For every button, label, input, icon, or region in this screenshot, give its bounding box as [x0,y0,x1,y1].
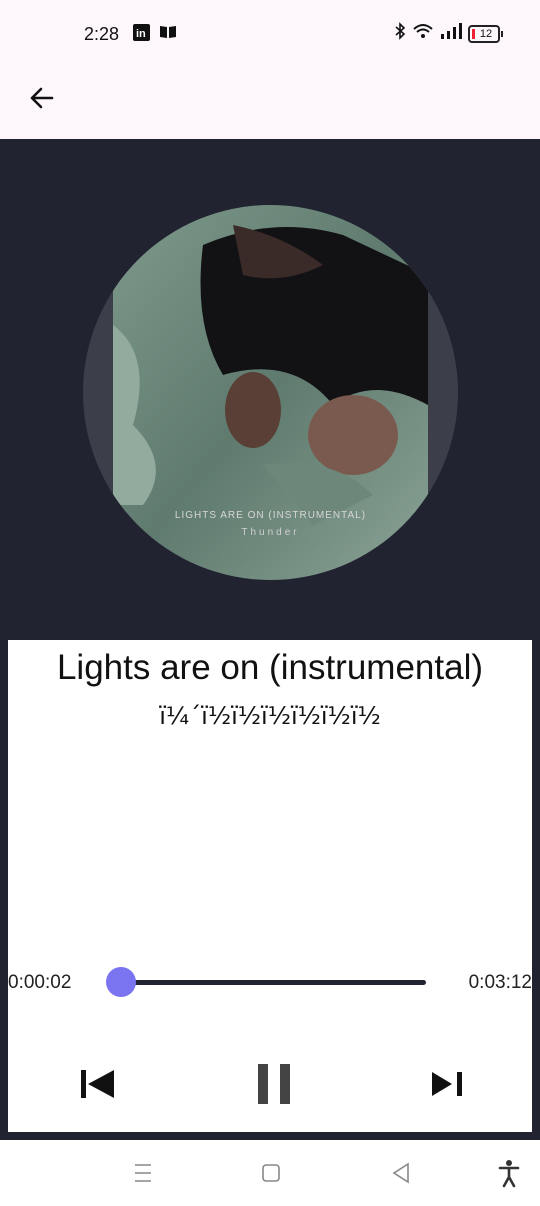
recents-button[interactable] [128,1158,158,1188]
home-button[interactable] [256,1158,286,1188]
book-icon [159,24,176,40]
home-icon [262,1164,280,1182]
next-button[interactable] [424,1060,472,1108]
skip-next-icon [432,1072,462,1096]
back-triangle-icon [392,1162,409,1184]
album-art-title: LIGHTS ARE ON (INSTRUMENTAL) [174,510,367,521]
album-art-disc: LIGHTS ARE ON (INSTRUMENTAL) Thunder [83,205,458,580]
previous-button[interactable] [74,1060,122,1108]
system-back-button[interactable] [386,1158,416,1188]
signal-icon [440,22,462,45]
accessibility-button[interactable] [494,1158,524,1188]
accessibility-icon [498,1160,520,1188]
song-artist: ï¼´ï½ï½ï½ï½ï½ï½ [159,702,381,730]
pause-icon [258,1064,290,1104]
album-art-artist: Thunder [241,527,300,538]
player-screen: LIGHTS ARE ON (INSTRUMENTAL) Thunder Lig… [0,139,540,1140]
now-playing-panel: Lights are on (instrumental) ï¼´ï½ï½ï½ï½… [8,640,532,1132]
seek-bar[interactable] [118,980,426,985]
battery-icon: 12 [468,24,503,43]
current-time: 0:00:02 [8,972,72,993]
seek-thumb[interactable] [106,967,137,997]
wifi-icon [412,22,434,45]
linkedin-icon: in [133,24,150,41]
back-button[interactable] [24,80,60,116]
svg-text:in: in [136,28,146,40]
app-bar [0,68,540,139]
skip-previous-icon [81,1070,114,1098]
status-time: 2:28 [84,24,120,44]
arrow-left-icon [30,87,54,109]
recents-icon [135,1164,151,1182]
status-indicators: 12 [394,22,503,45]
album-art: LIGHTS ARE ON (INSTRUMENTAL) Thunder [113,205,428,580]
pause-button[interactable] [250,1060,298,1108]
total-time: 0:03:12 [468,972,532,993]
bluetooth-icon [394,22,406,45]
song-title: Lights are on (instrumental) [56,648,484,687]
status-bar: 2:28 in 12 [0,0,540,68]
system-nav-bar [0,1140,540,1206]
